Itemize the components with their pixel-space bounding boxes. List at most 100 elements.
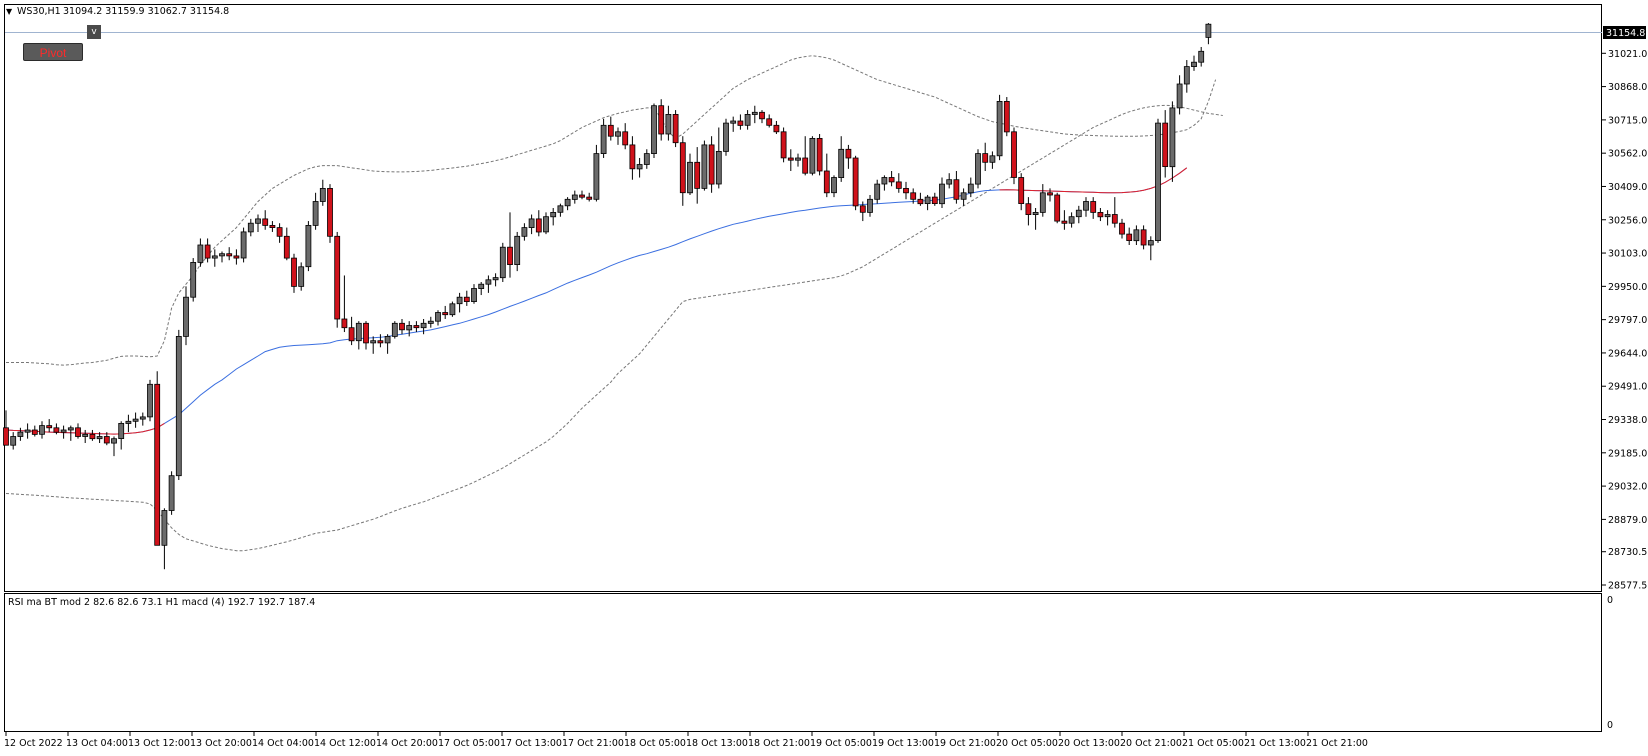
candle-body <box>953 179 960 200</box>
candle-body <box>1068 216 1075 224</box>
candle-body <box>363 322 369 344</box>
v-toggle-button[interactable]: v <box>87 25 101 39</box>
candle <box>305 221 312 272</box>
candle-body <box>622 131 629 146</box>
time-tick-label: 13 Oct 12:00 <box>128 738 190 749</box>
candle-body <box>449 303 456 316</box>
candle-body <box>211 255 218 259</box>
price-tick-label: 28730.5 <box>1608 547 1647 558</box>
candle-body <box>24 429 31 433</box>
candle-body <box>600 124 607 155</box>
candle-body <box>1097 211 1104 218</box>
candle-body <box>31 429 38 435</box>
time-tick-label: 19 Oct 21:00 <box>934 738 996 749</box>
candle-body <box>197 244 204 263</box>
candle-body <box>1155 122 1161 241</box>
candle-body <box>723 122 729 152</box>
time-tick-label: 17 Oct 21:00 <box>562 738 624 749</box>
candle-body <box>269 224 276 228</box>
candle-body <box>233 255 240 259</box>
candle-body <box>262 218 269 226</box>
candle <box>708 136 715 193</box>
candle <box>1054 192 1061 224</box>
candle <box>658 99 665 141</box>
candle-body <box>89 433 96 440</box>
time-tick-label: 17 Oct 13:00 <box>500 738 562 749</box>
chart-svg: 31021.0 30868.0 30715.0 30562.0 30409.0 30256… <box>3 4 1647 749</box>
candle-body <box>96 436 103 440</box>
candle-body <box>147 383 153 418</box>
price-tick-label: 28879.0 <box>1608 515 1647 526</box>
candle-body <box>348 327 355 342</box>
price-tick-label: 29032.0 <box>1608 482 1647 493</box>
candle-body <box>658 105 665 135</box>
candle-body <box>175 335 182 477</box>
candle-body <box>255 218 261 224</box>
candle-body <box>435 312 441 322</box>
price-tick-label: 29797.0 <box>1608 315 1647 326</box>
price-tick-label: 30562.0 <box>1608 149 1647 160</box>
candle-body <box>334 235 341 320</box>
candle-body <box>1061 220 1068 224</box>
candle-body <box>125 420 132 424</box>
candle-body <box>579 194 585 198</box>
price-axis: 31021.0 30868.0 30715.0 30562.0 30409.0 30256… <box>1602 49 1647 592</box>
price-tick-label: 30256.0 <box>1608 215 1647 226</box>
candle-body <box>1025 203 1032 215</box>
candle-body <box>823 170 830 194</box>
price-tick-label: 30409.0 <box>1608 182 1647 193</box>
candle-body <box>1133 229 1140 242</box>
candle-body <box>17 431 24 437</box>
symbol-timeframe-label: WS30,H1 <box>17 6 61 17</box>
price-tick-label: 30715.0 <box>1608 115 1647 126</box>
candle-body <box>715 150 722 185</box>
time-tick-label: 14 Oct 20:00 <box>376 738 438 749</box>
candle-body <box>895 181 902 189</box>
price-tick-label: 30103.0 <box>1608 249 1647 260</box>
symbol-dropdown-icon[interactable]: ▼ <box>6 7 13 16</box>
candle-body <box>535 218 542 233</box>
candle-body <box>1111 214 1118 224</box>
candle-body <box>651 105 657 154</box>
candle-body <box>593 153 600 200</box>
candle-body <box>341 318 348 329</box>
candle-body <box>759 111 765 120</box>
candle-body <box>708 144 715 185</box>
time-tick-label: 20 Oct 21:00 <box>1120 738 1182 749</box>
candle-body <box>528 218 535 228</box>
candle <box>723 118 729 156</box>
candle-body <box>82 433 89 437</box>
candle <box>147 379 153 422</box>
time-tick-label: 19 Oct 05:00 <box>810 738 872 749</box>
candle-body <box>550 211 557 218</box>
candle-body <box>291 257 297 287</box>
candle <box>154 371 161 546</box>
time-tick-label: 14 Oct 04:00 <box>252 738 314 749</box>
candle-body <box>514 235 521 266</box>
time-tick-label: 20 Oct 13:00 <box>1058 738 1120 749</box>
candle-body <box>413 325 420 329</box>
ohlc-readout: 31094.2 31159.9 31062.7 31154.8 <box>63 6 229 17</box>
current-price-value: 31154.8 <box>1606 28 1645 39</box>
candle-body <box>730 120 737 124</box>
candle-body <box>1003 101 1010 133</box>
candle-body <box>687 161 693 194</box>
candle <box>499 242 506 282</box>
candle <box>449 301 456 317</box>
candle-body <box>154 383 161 546</box>
candle <box>672 110 679 148</box>
candle-body <box>931 196 938 205</box>
candle-body <box>111 438 117 444</box>
candle-body <box>665 114 672 135</box>
candle-body <box>1147 240 1154 246</box>
candle-body <box>283 235 290 259</box>
candle-body <box>636 164 643 170</box>
candle-body <box>1191 61 1197 68</box>
candle-body <box>802 157 809 174</box>
candle-body <box>852 157 859 207</box>
pivot-button[interactable]: Pivot <box>23 43 83 61</box>
candle-body <box>903 187 909 194</box>
candle-body <box>1011 131 1017 178</box>
price-tick-label: 28577.5 <box>1608 581 1647 592</box>
current-price-tag: 31154.8 <box>1603 26 1646 39</box>
